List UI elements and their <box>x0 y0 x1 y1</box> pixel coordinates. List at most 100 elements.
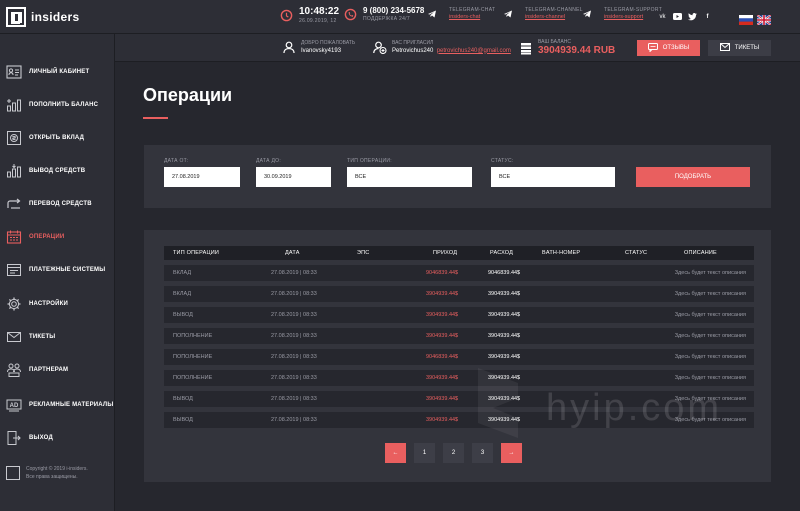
vk-icon[interactable]: vk <box>657 11 668 22</box>
sidebar-item-label: ПЕРЕВОД СРЕДСТВ <box>29 201 92 207</box>
cell-expense: 3904939.44$ <box>488 291 521 297</box>
sidebar-item-payment-systems[interactable]: ПЛАТЕЖНЫЕ СИСТЕМЫ <box>0 260 115 280</box>
clock-icon <box>279 9 293 23</box>
cell-expense: 3904939.44$ <box>488 354 521 360</box>
sidebar-item-settings[interactable]: НАСТРОЙКИ <box>0 294 115 314</box>
english-flag-icon[interactable] <box>756 12 772 26</box>
phone-block[interactable]: 9 (800) 234-5678 ПОДДЕРЖКА 24/7 <box>343 7 424 22</box>
phone-icon <box>343 8 357 22</box>
svg-text:AD: AD <box>10 403 19 409</box>
cell-income: 3904939.44$ <box>426 417 459 423</box>
user-icon <box>282 40 296 54</box>
pagination-next-button[interactable]: → <box>501 443 522 463</box>
cell-type: ВЫВОД <box>173 396 193 402</box>
table-row[interactable]: ВЫВОД 27.08.2019 | 08:33 3904939.44$ 390… <box>164 307 754 323</box>
tickets-button[interactable]: ТИКЕТЫ <box>708 40 771 56</box>
support-note: ПОДДЕРЖКА 24/7 <box>363 16 410 22</box>
inviter-email[interactable]: petrovichus240@gmail.com <box>437 48 511 54</box>
cell-description: Здесь будет текст описания <box>674 417 746 423</box>
reviews-button[interactable]: ОТЗЫВЫ <box>637 40 700 56</box>
invited-label: ВАС ПРИГЛАСИЛ <box>392 39 434 46</box>
cell-description: Здесь будет текст описания <box>674 291 746 297</box>
tickets-button-label: ТИКЕТЫ <box>734 45 760 51</box>
sidebar-item-open-deposit[interactable]: ОТКРЫТЬ ВКЛАД <box>0 128 115 148</box>
sidebar-item-label: ОПЕРАЦИИ <box>29 234 65 240</box>
payment-systems-icon <box>6 262 22 278</box>
column-header: ПРИХОД <box>433 250 458 256</box>
sidebar-item-label: ПАРТНЕРАМ <box>29 367 69 373</box>
cell-expense: 3904939.44$ <box>488 375 521 381</box>
cell-date: 27.08.2019 | 08:33 <box>271 333 317 339</box>
telegram-channel-label: TELEGRAM-CHANNEL <box>525 6 583 13</box>
telegram-icon <box>580 7 594 21</box>
cell-description: Здесь будет текст описания <box>674 312 746 318</box>
pagination-page-3[interactable]: 3 <box>472 443 493 463</box>
reviews-button-label: ОТЗЫВЫ <box>662 45 690 51</box>
cell-expense: 3904939.44$ <box>488 417 521 423</box>
open-deposit-icon <box>6 130 22 146</box>
logo[interactable]: insiders <box>6 7 79 27</box>
russian-flag-icon[interactable] <box>739 12 753 25</box>
column-header: BATH-НОМЕР <box>542 250 581 256</box>
sidebar-item-withdraw[interactable]: ВЫВОД СРЕДСТВ <box>0 161 115 181</box>
telegram-channel-block[interactable]: TELEGRAM-CHANNEL insiders-channel <box>501 7 583 21</box>
sidebar-item-ad-materials[interactable]: AD РЕКЛАМНЫЕ МАТЕРИАЛЫ <box>0 395 115 415</box>
transfer-icon <box>6 196 22 212</box>
table-row[interactable]: ВЫВОД 27.08.2019 | 08:33 3904939.44$ 390… <box>164 391 754 407</box>
sidebar-item-exit[interactable]: ВЫХОД <box>0 428 115 448</box>
sidebar: ЛИЧНЫЙ КАБИНЕТ ПОПОЛНИТЬ БАЛАНС ОТКРЫТЬ … <box>0 34 115 511</box>
date-from-input[interactable]: 27.08.2019 <box>164 167 240 187</box>
logo-mark-icon <box>6 466 20 480</box>
telegram-chat-block[interactable]: TELEGRAM-CHAT insiders-chat <box>425 7 495 21</box>
telegram-icon <box>501 7 515 21</box>
sidebar-item-operations[interactable]: ОПЕРАЦИИ <box>0 227 115 247</box>
telegram-icon <box>425 7 439 21</box>
cell-type: ПОПОЛНЕНИЕ <box>173 354 213 360</box>
table-row[interactable]: ПОПОЛНЕНИЕ 27.08.2019 | 08:33 3904939.44… <box>164 328 754 344</box>
telegram-support-block[interactable]: TELEGRAM-SUPPORT insiders-support <box>580 7 662 21</box>
telegram-support-link[interactable]: insiders-support <box>604 14 662 21</box>
inviter-info: Petrovichus240 petrovichus240@gmail.com <box>392 48 511 54</box>
telegram-chat-link[interactable]: insiders-chat <box>449 14 495 21</box>
copyright: Copyright © 2019 i-insiders. Все права з… <box>6 466 88 481</box>
cell-expense: 3904939.44$ <box>488 333 521 339</box>
status-label: СТАТУС: <box>491 158 514 164</box>
table-row[interactable]: ВКЛАД 27.08.2019 | 08:33 3904939.44$ 390… <box>164 286 754 302</box>
cell-income: 9046839.44$ <box>426 270 459 276</box>
sidebar-item-tickets[interactable]: ТИКЕТЫ <box>0 327 115 347</box>
cell-type: ПОПОЛНЕНИЕ <box>173 375 213 381</box>
cell-date: 27.08.2019 | 08:33 <box>271 375 317 381</box>
pagination-page-1[interactable]: 1 <box>414 443 435 463</box>
table-row[interactable]: ПОПОЛНЕНИЕ 27.08.2019 | 08:33 3904939.44… <box>164 370 754 386</box>
chat-bubble-icon <box>647 42 658 54</box>
pagination-page-2[interactable]: 2 <box>443 443 464 463</box>
coins-stack-icon <box>519 41 533 55</box>
table-row[interactable]: ВЫВОД 27.08.2019 | 08:33 3904939.44$ 390… <box>164 412 754 428</box>
operation-type-label: ТИП ОПЕРАЦИИ: <box>347 158 392 164</box>
cell-income: 3904939.44$ <box>426 291 459 297</box>
operation-type-select[interactable]: ВСЕ <box>347 167 472 187</box>
date-to-input[interactable]: 30.09.2019 <box>256 167 331 187</box>
sidebar-item-label: ТИКЕТЫ <box>29 334 56 340</box>
sidebar-item-partners[interactable]: ПАРТНЕРАМ <box>0 360 115 380</box>
telegram-channel-link[interactable]: insiders-channel <box>525 14 583 21</box>
column-header: РАСХОД <box>490 250 514 256</box>
cell-date: 27.08.2019 | 08:33 <box>271 312 317 318</box>
youtube-icon[interactable] <box>672 11 683 22</box>
sidebar-item-dashboard[interactable]: ЛИЧНЫЙ КАБИНЕТ <box>0 62 115 82</box>
twitter-icon[interactable] <box>687 11 698 22</box>
table-row[interactable]: ВКЛАД 27.08.2019 | 08:33 9046839.44$ 904… <box>164 265 754 281</box>
table-row[interactable]: ПОПОЛНЕНИЕ 27.08.2019 | 08:33 9046839.44… <box>164 349 754 365</box>
filter-submit-button[interactable]: ПОДОБРАТЬ <box>636 167 750 187</box>
filter-panel: ДАТА ОТ: 27.08.2019 ДАТА ДО: 30.09.2019 … <box>144 145 771 208</box>
status-select[interactable]: ВСЕ <box>491 167 615 187</box>
sidebar-item-deposit[interactable]: ПОПОЛНИТЬ БАЛАНС <box>0 95 115 115</box>
cell-income: 9046839.44$ <box>426 354 459 360</box>
cell-income: 3904939.44$ <box>426 396 459 402</box>
facebook-icon[interactable]: f <box>702 11 713 22</box>
table-header: ТИП ОПЕРАЦИИ ДАТА ЭПС ПРИХОД РАСХОД BATH… <box>164 246 754 260</box>
sidebar-item-transfer[interactable]: ПЕРЕВОД СРЕДСТВ <box>0 194 115 214</box>
column-header: ОПИСАНИЕ <box>684 250 717 256</box>
pagination-prev-button[interactable]: ← <box>385 443 406 463</box>
date-to-label: ДАТА ДО: <box>256 158 282 164</box>
